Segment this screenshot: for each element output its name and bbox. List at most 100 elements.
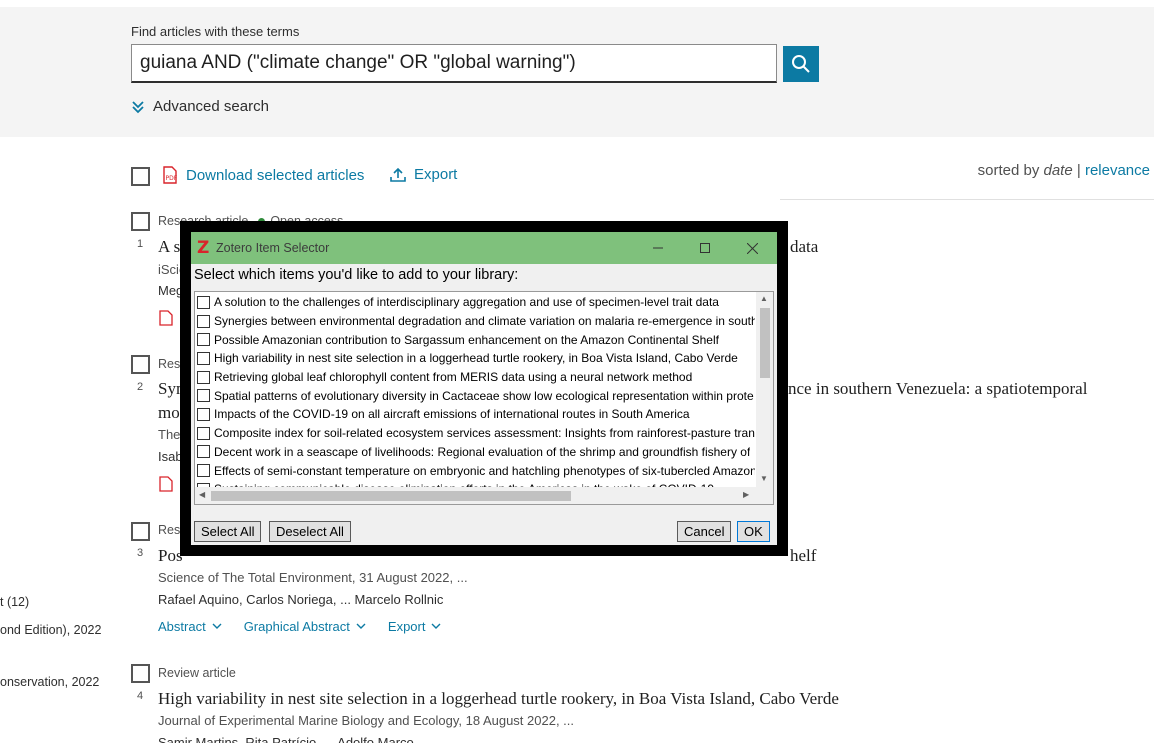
graphical-abstract-label: Graphical Abstract — [243, 619, 350, 634]
pdf-icon: PDF — [163, 166, 178, 184]
scroll-up-icon[interactable]: ▲ — [760, 294, 768, 303]
result-number: 2 — [137, 381, 144, 393]
download-selected-link[interactable]: PDF Download selected articles — [162, 166, 364, 184]
item-label: A solution to the challenges of interdis… — [214, 295, 719, 310]
item-checkbox[interactable] — [197, 333, 210, 347]
export-toggle[interactable]: Export — [388, 619, 442, 634]
ok-button[interactable]: OK — [737, 521, 770, 542]
graphical-abstract-toggle[interactable]: Graphical Abstract — [244, 619, 366, 634]
item-label: Synergies between environmental degradat… — [214, 314, 755, 329]
cancel-button[interactable]: Cancel — [677, 521, 732, 542]
close-icon — [746, 242, 758, 254]
item-list: A solution to the challenges of interdis… — [195, 293, 755, 499]
result-actions: Abstract Graphical Abstract Export — [158, 619, 441, 634]
result-title-line2[interactable]: mo — [158, 403, 180, 423]
item-label: Effects of semi-constant temperature on … — [214, 463, 755, 478]
result-number: 4 — [137, 690, 144, 702]
advanced-search-toggle[interactable]: Advanced search — [131, 98, 269, 115]
item-label: Composite index for soil-related ecosyst… — [214, 426, 755, 441]
list-item[interactable]: A solution to the challenges of interdis… — [195, 293, 755, 312]
list-item[interactable]: Effects of semi-constant temperature on … — [195, 461, 755, 480]
export-label: Export — [414, 166, 458, 183]
search-input[interactable] — [131, 44, 777, 83]
item-checkbox[interactable] — [197, 370, 210, 384]
item-listbox[interactable]: A solution to the challenges of interdis… — [194, 291, 774, 505]
item-checkbox[interactable] — [197, 445, 210, 459]
list-item[interactable]: Synergies between environmental degradat… — [195, 312, 755, 331]
sort-date-option[interactable]: date — [1044, 162, 1073, 179]
item-checkbox[interactable] — [197, 389, 210, 403]
filter-item[interactable]: onservation, 2022 — [0, 675, 99, 689]
item-checkbox[interactable] — [197, 426, 210, 440]
item-label: Decent work in a seascape of livelihoods… — [214, 444, 751, 459]
result-title[interactable]: High variability in nest site selection … — [158, 689, 839, 709]
minimize-icon — [653, 247, 663, 249]
pdf-icon[interactable] — [159, 476, 173, 492]
export-link[interactable]: Export — [390, 166, 457, 183]
scrollbar-corner — [756, 487, 773, 504]
double-chevron-down-icon — [132, 100, 144, 113]
dialog-title: Zotero Item Selector — [216, 241, 330, 255]
horizontal-scrollbar[interactable]: ◀ ▶ — [195, 487, 757, 504]
result-title[interactable]: Pos — [158, 546, 183, 566]
item-checkbox[interactable] — [197, 295, 210, 309]
list-item[interactable]: Possible Amazonian contribution to Sarga… — [195, 330, 755, 349]
scroll-down-icon[interactable]: ▼ — [760, 474, 768, 483]
sort-separator: | — [1076, 162, 1081, 179]
item-label: Possible Amazonian contribution to Sarga… — [214, 332, 719, 347]
filter-item[interactable]: ond Edition), 2022 — [0, 623, 101, 637]
result-checkbox[interactable] — [131, 355, 150, 374]
scroll-thumb-horizontal[interactable] — [211, 491, 571, 501]
list-item[interactable]: High variability in nest site selection … — [195, 349, 755, 368]
maximize-icon — [700, 243, 710, 253]
select-all-button[interactable]: Select All — [194, 521, 262, 542]
item-checkbox[interactable] — [197, 464, 210, 478]
list-item[interactable]: Decent work in a seascape of livelihoods… — [195, 443, 755, 462]
item-label: Impacts of the COVID-19 on all aircraft … — [214, 407, 690, 422]
journal-name: Science of The Total Environment, 31 Aug… — [158, 570, 468, 585]
list-item[interactable]: Spatial patterns of evolutionary diversi… — [195, 386, 755, 405]
sort-relevance-link[interactable]: relevance — [1085, 162, 1150, 179]
advanced-search-label: Advanced search — [153, 98, 269, 115]
abstract-toggle[interactable]: Abstract — [158, 619, 222, 634]
authors: Samir Martins, Rita Patrício, ... Adolfo… — [158, 735, 414, 743]
export-icon — [390, 167, 406, 182]
list-item[interactable]: Impacts of the COVID-19 on all aircraft … — [195, 405, 755, 424]
list-item[interactable]: Composite index for soil-related ecosyst… — [195, 424, 755, 443]
scroll-left-icon[interactable]: ◀ — [199, 490, 205, 499]
article-type: Review article — [158, 666, 236, 680]
result-checkbox[interactable] — [131, 664, 150, 683]
item-checkbox[interactable] — [197, 351, 210, 365]
dialog-prompt: Select which items you'd like to add to … — [194, 267, 519, 283]
authors: Rafael Aquino, Carlos Noriega, ... Marce… — [158, 592, 444, 607]
minimize-button[interactable] — [643, 236, 673, 260]
result-title-fragment[interactable]: nce in southern Venezuela: a spatiotempo… — [788, 379, 1087, 399]
result-checkbox[interactable] — [131, 212, 150, 231]
item-label: Spatial patterns of evolutionary diversi… — [214, 388, 754, 403]
result-number: 1 — [137, 238, 144, 250]
authors: Isab — [158, 449, 183, 464]
zotero-logo-icon: Z — [197, 238, 210, 258]
dialog-titlebar[interactable]: Z Zotero Item Selector — [191, 232, 777, 264]
filter-item[interactable]: t (12) — [0, 595, 29, 609]
result-checkbox[interactable] — [131, 522, 150, 541]
deselect-all-button[interactable]: Deselect All — [269, 521, 351, 542]
search-button[interactable] — [783, 46, 819, 82]
list-item[interactable]: Retrieving global leaf chlorophyll conte… — [195, 368, 755, 387]
maximize-button[interactable] — [690, 236, 720, 260]
find-articles-label: Find articles with these terms — [131, 24, 300, 39]
scroll-thumb[interactable] — [760, 308, 770, 378]
close-button[interactable] — [737, 236, 767, 260]
export-action-label: Export — [387, 619, 426, 634]
item-checkbox[interactable] — [197, 314, 210, 328]
result-title-fragment[interactable]: helf — [790, 546, 816, 566]
scroll-right-icon[interactable]: ▶ — [743, 490, 749, 499]
vertical-scrollbar[interactable]: ▲ ▼ — [756, 292, 773, 488]
search-icon — [792, 55, 810, 73]
item-checkbox[interactable] — [197, 407, 210, 421]
download-selected-label: Download selected articles — [186, 166, 365, 184]
chevron-down-icon — [431, 623, 441, 629]
pdf-icon[interactable] — [159, 310, 173, 326]
select-all-checkbox[interactable] — [131, 167, 150, 186]
result-title-fragment[interactable]: data — [790, 237, 818, 257]
